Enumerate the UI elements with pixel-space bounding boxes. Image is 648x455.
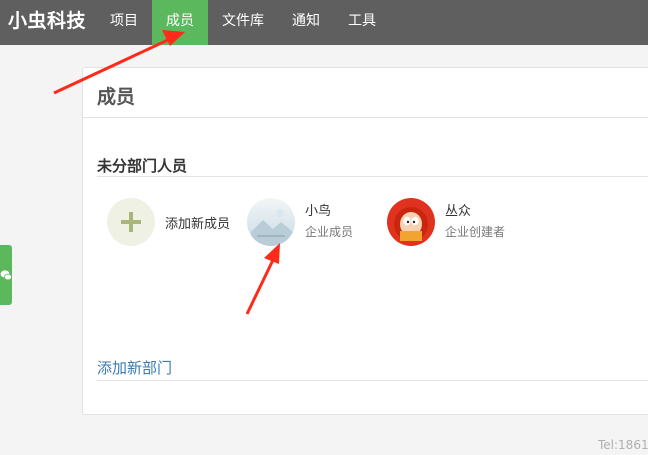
- nav-item-files[interactable]: 文件库: [208, 0, 278, 45]
- member-role: 企业成员: [305, 225, 354, 239]
- add-member-label: 添加新成员: [165, 216, 231, 232]
- wechat-icon: [0, 270, 12, 281]
- divider: [97, 380, 648, 381]
- placeholder-image-avatar: [247, 198, 295, 246]
- nav-item-projects[interactable]: 项目: [96, 0, 152, 45]
- member-role: 企业创建者: [445, 225, 506, 239]
- top-nav-bar: 小虫科技 项目 成员 文件库 通知 工具: [0, 0, 648, 45]
- add-member-button[interactable]: 添加新成员: [107, 196, 230, 248]
- section-title-unassigned: 未分部门人员: [97, 157, 188, 175]
- member-name: 小鸟: [305, 204, 332, 219]
- footer-tel: Tel:1861: [598, 438, 648, 452]
- add-department-link[interactable]: 添加新部门: [97, 357, 172, 378]
- main-nav: 项目 成员 文件库 通知 工具: [96, 0, 390, 45]
- member-card-xiaoniao[interactable]: 小鸟 企业成员: [247, 196, 353, 248]
- divider: [83, 117, 648, 118]
- side-wechat-tab[interactable]: [0, 245, 12, 305]
- cartoon-avatar: [387, 198, 435, 246]
- nav-item-notifications[interactable]: 通知: [278, 0, 334, 45]
- nav-item-tools[interactable]: 工具: [334, 0, 390, 45]
- page-title: 成员: [97, 86, 136, 108]
- plus-icon: [107, 198, 155, 246]
- divider: [97, 176, 648, 177]
- member-name: 丛众: [445, 204, 472, 219]
- brand-logo[interactable]: 小虫科技: [0, 0, 96, 45]
- member-card-congzhong[interactable]: 丛众 企业创建者: [387, 196, 505, 248]
- nav-item-members[interactable]: 成员: [152, 0, 208, 45]
- members-panel: 成员 未分部门人员 添加新成员 小鸟 企业成员 丛众 企业创建者 添加新部门: [82, 67, 648, 415]
